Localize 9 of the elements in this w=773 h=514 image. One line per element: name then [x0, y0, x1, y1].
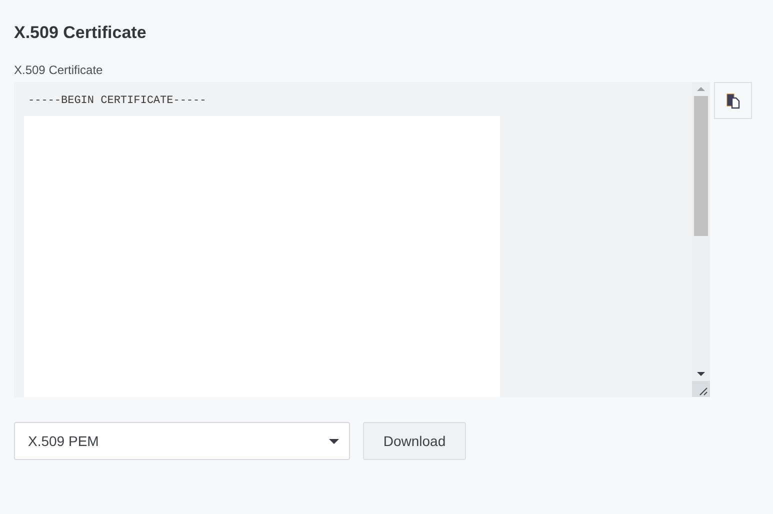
section-title: X.509 Certificate	[14, 22, 148, 44]
field-label: X.509 Certificate	[14, 62, 104, 78]
copy-button[interactable]	[714, 82, 752, 119]
copy-icon	[726, 92, 740, 108]
download-button[interactable]: Download	[363, 422, 466, 460]
certificate-textarea[interactable]: -----BEGIN CERTIFICATE-----	[14, 82, 710, 397]
resize-grip-icon[interactable]	[692, 381, 710, 397]
format-dropdown[interactable]: X.509 PEM	[14, 422, 350, 460]
scrollbar[interactable]	[692, 82, 710, 397]
